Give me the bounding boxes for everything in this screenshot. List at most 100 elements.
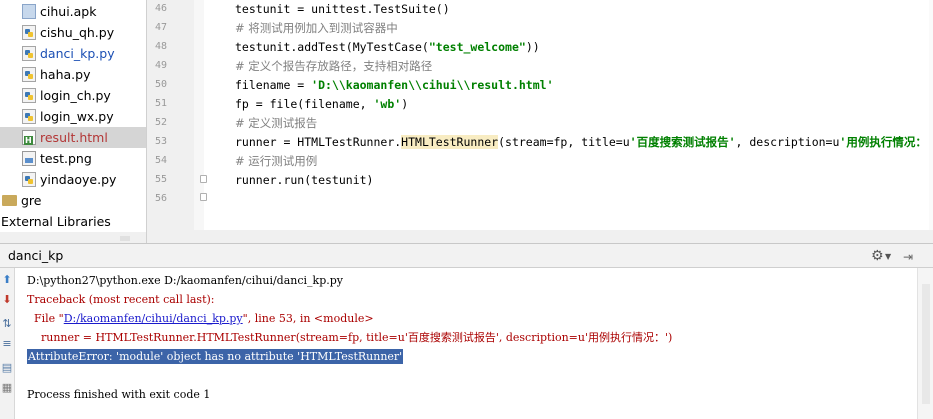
code-text: (stream=fp, title=u (498, 135, 630, 149)
run-toolbar: ⬆ ⬇ ⇅ ≡ ▤ ▦ (0, 268, 15, 419)
fold-marker-icon[interactable] (200, 193, 207, 201)
code-text: fp = file(filename, (235, 97, 374, 111)
line-number: 52 (154, 117, 167, 128)
gear-icon[interactable]: ⚙ (871, 248, 884, 264)
tree-scrollbar-thumb[interactable] (120, 236, 130, 241)
chevron-down-icon[interactable]: ▼ (885, 252, 891, 261)
tree-item-result-html[interactable]: result.html (0, 127, 146, 148)
tree-item-gre[interactable]: gre (0, 190, 146, 211)
tree-item-cihui-apk[interactable]: cihui.apk (0, 1, 146, 22)
line-number: 49 (154, 60, 167, 71)
tree-item-login-wx[interactable]: login_wx.py (0, 106, 146, 127)
line-number: 48 (154, 41, 167, 52)
code-line-54: # 运行测试用例 (235, 152, 317, 171)
tree-item-label: yindaoye.py (40, 172, 117, 187)
tree-item-test-png[interactable]: test.png (0, 148, 146, 169)
console-scrollbar[interactable] (917, 268, 933, 419)
code-line-46: testunit = unittest.TestSuite() (235, 0, 450, 19)
line-number: 46 (154, 3, 167, 14)
code-line-52: # 定义测试报告 (235, 114, 317, 133)
tree-item-yindaoye[interactable]: yindaoye.py (0, 169, 146, 190)
code-comment: # 定义个报告存放路径，支持相对路径 (235, 59, 433, 73)
console-code-line: runner = HTMLTestRunner.HTMLTestRunner(s… (27, 331, 673, 344)
code-string: '用例执行情况：' (839, 135, 933, 149)
code-line-55: runner.run(testunit) (235, 171, 373, 190)
line-number-gutter: 46 47 48 49 50 51 52 53 54 55 56 (147, 0, 194, 243)
clear-icon[interactable]: ▦ (1, 382, 13, 394)
hide-panel-icon[interactable]: ⇥ (903, 250, 913, 264)
editor-scrollbar[interactable] (929, 0, 933, 230)
code-editor[interactable]: 46 47 48 49 50 51 52 53 54 55 56 testuni… (146, 0, 933, 243)
console-text: ", line 53, in <module> (242, 312, 374, 325)
line-number: 47 (154, 22, 167, 33)
python-file-icon (22, 25, 36, 40)
code-string: 'D:\\kaomanfen\\cihui\\result.html' (311, 78, 554, 92)
python-file-icon (22, 46, 36, 61)
tree-item-label: External Libraries (1, 214, 111, 229)
run-configuration-title[interactable]: danci_kp (8, 248, 63, 263)
code-string: 'wb' (373, 97, 402, 111)
code-comment: # 将测试用例加入到测试容器中 (235, 21, 398, 35)
tree-item-external-libraries[interactable]: External Libraries (0, 211, 146, 232)
stop-icon[interactable]: ⬇ (1, 294, 13, 306)
tree-item-label: haha.py (40, 67, 91, 82)
code-text: testunit.addTest(MyTestCase( (235, 40, 429, 54)
code-text: filename = (235, 78, 312, 92)
print-icon[interactable]: ▤ (1, 362, 13, 374)
soft-wrap-icon[interactable]: ⇅ (1, 318, 13, 330)
console-command-line: D:\python27\python.exe D:/kaomanfen/cihu… (27, 274, 344, 287)
code-line-47: # 将测试用例加入到测试容器中 (235, 19, 398, 38)
console-text: File " (27, 312, 64, 325)
line-number: 50 (154, 79, 167, 90)
apk-file-icon (22, 4, 36, 19)
folder-icon (2, 195, 17, 206)
code-text: )) (525, 40, 540, 54)
code-line-50: filename = 'D:\\kaomanfen\\cihui\\result… (235, 76, 554, 95)
selected-error-text[interactable]: AttributeError: 'module' object has no a… (27, 349, 404, 364)
code-comment: # 定义测试报告 (235, 116, 318, 130)
tree-item-login-ch[interactable]: login_ch.py (0, 85, 146, 106)
tree-item-danci-kp[interactable]: danci_kp.py (0, 43, 146, 64)
run-tool-window-header: danci_kp ⚙ ▼ ⇥ (0, 243, 933, 268)
code-text: ) (401, 97, 409, 111)
project-tree: cihui.apk cishu_qh.py danci_kp.py haha.p… (0, 0, 146, 233)
code-text: runner.run(testunit) (235, 173, 374, 187)
console-file-line: File "D:/kaomanfen/cihui/danci_kp.py", l… (27, 309, 374, 328)
fold-marker-icon[interactable] (200, 175, 207, 183)
tree-item-label: login_ch.py (40, 88, 111, 103)
code-comment: # 运行测试用例 (235, 154, 318, 168)
tree-item-cishu-qh[interactable]: cishu_qh.py (0, 22, 146, 43)
console-scrollbar-thumb[interactable] (922, 284, 930, 404)
tree-item-label: test.png (40, 151, 92, 166)
line-number: 56 (154, 193, 167, 204)
html-file-icon (22, 130, 36, 145)
python-file-icon (22, 109, 36, 124)
tree-item-label: cishu_qh.py (40, 25, 115, 40)
code-highlighted-reference: HTMLTestRunner (401, 135, 499, 149)
python-file-icon (22, 88, 36, 103)
line-number: 55 (154, 174, 167, 185)
editor-horizontal-scrollbar[interactable] (147, 230, 933, 243)
file-link[interactable]: D:/kaomanfen/cihui/danci_kp.py (64, 312, 243, 325)
tree-item-label: login_wx.py (40, 109, 114, 124)
scroll-to-end-icon[interactable]: ≡ (1, 338, 13, 350)
tree-item-label: gre (21, 193, 42, 208)
code-line-49: # 定义个报告存放路径，支持相对路径 (235, 57, 432, 76)
code-string: '百度搜索测试报告' (629, 135, 736, 149)
tree-item-label: danci_kp.py (40, 46, 115, 61)
code-line-51: fp = file(filename, 'wb') (235, 95, 408, 114)
rerun-icon[interactable]: ⬆ (1, 274, 13, 286)
fold-gutter (194, 0, 204, 243)
code-text: testunit = unittest.TestSuite() (235, 2, 450, 16)
image-file-icon (22, 151, 36, 166)
console-error-line: AttributeError: 'module' object has no a… (27, 347, 404, 366)
code-text: runner = HTMLTestRunner. (235, 135, 402, 149)
code-text: , description=u (735, 135, 840, 149)
tree-item-label: cihui.apk (40, 4, 97, 19)
code-line-53: runner = HTMLTestRunner.HTMLTestRunner(s… (235, 133, 933, 152)
tree-item-haha[interactable]: haha.py (0, 64, 146, 85)
line-number: 53 (154, 136, 167, 147)
python-file-icon (22, 67, 36, 82)
console-traceback-line: Traceback (most recent call last): (27, 293, 215, 306)
code-string: "test_welcome" (428, 40, 526, 54)
